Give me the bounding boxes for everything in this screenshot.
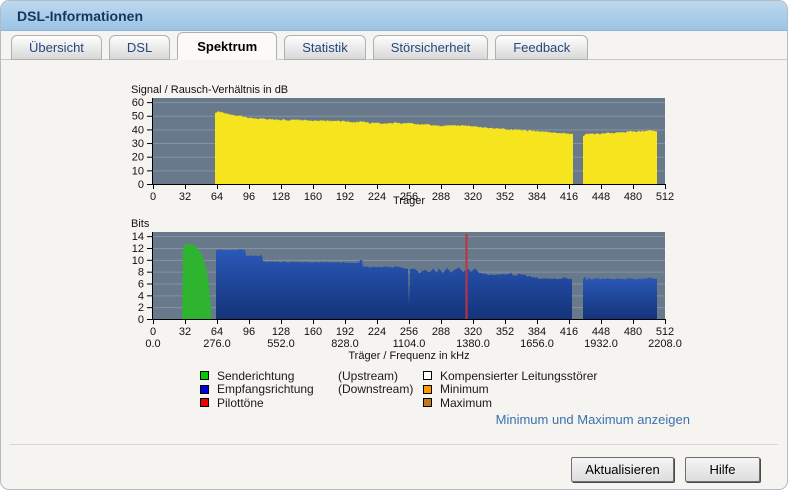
- svg-text:96: 96: [243, 326, 255, 338]
- svg-text:416: 416: [560, 191, 578, 203]
- svg-text:10: 10: [132, 255, 144, 267]
- help-button[interactable]: Hilfe: [685, 457, 760, 482]
- tab-stoersicherheit[interactable]: Störsicherheit: [373, 35, 488, 60]
- svg-text:224: 224: [368, 191, 386, 203]
- downstream-swatch-icon: [200, 385, 209, 394]
- legend-label: Senderichtung: [217, 369, 338, 383]
- tab-feedback[interactable]: Feedback: [495, 35, 588, 60]
- svg-text:64: 64: [211, 326, 223, 338]
- footer-divider: [10, 444, 778, 445]
- svg-text:480: 480: [624, 191, 642, 203]
- svg-text:552.0: 552.0: [267, 338, 295, 350]
- svg-text:320: 320: [464, 191, 482, 203]
- tab-dsl[interactable]: DSL: [109, 35, 170, 60]
- minimum-swatch-icon: [423, 385, 432, 394]
- upstream-swatch-icon: [200, 371, 209, 380]
- svg-text:192: 192: [336, 191, 354, 203]
- svg-text:8: 8: [138, 267, 144, 279]
- svg-text:1380.0: 1380.0: [456, 338, 490, 350]
- svg-text:512: 512: [656, 326, 674, 338]
- svg-text:1932.0: 1932.0: [584, 338, 618, 350]
- legend-item-minimum: Minimum: [423, 383, 597, 397]
- legend-label: Empfangsrichtung: [217, 382, 338, 396]
- svg-text:1656.0: 1656.0: [520, 338, 554, 350]
- svg-text:12: 12: [132, 243, 144, 255]
- svg-text:0.0: 0.0: [145, 338, 160, 350]
- legend-note: (Downstream): [338, 382, 413, 396]
- svg-text:2: 2: [138, 302, 144, 314]
- svg-text:1104.0: 1104.0: [393, 338, 426, 350]
- svg-text:Signal / Rausch-Verhältnis in: Signal / Rausch-Verhältnis in dB: [131, 84, 288, 96]
- svg-text:828.0: 828.0: [331, 338, 359, 350]
- legend-label: Minimum: [440, 382, 489, 396]
- svg-text:480: 480: [624, 326, 642, 338]
- svg-text:384: 384: [528, 326, 546, 338]
- svg-text:4: 4: [138, 290, 144, 302]
- legend-item-upstream: Senderichtung (Upstream): [200, 369, 413, 383]
- legend-label: Pilottöne: [217, 396, 338, 410]
- legend-left-column: Senderichtung (Upstream) Empfangsrichtun…: [200, 369, 413, 410]
- pilot-swatch-icon: [200, 398, 209, 407]
- svg-text:352: 352: [496, 191, 514, 203]
- svg-text:288: 288: [432, 191, 450, 203]
- svg-text:60: 60: [132, 97, 144, 109]
- svg-text:64: 64: [211, 191, 223, 203]
- svg-text:40: 40: [132, 124, 144, 136]
- refresh-button[interactable]: Aktualisieren: [571, 457, 674, 482]
- svg-text:14: 14: [132, 231, 144, 243]
- svg-text:32: 32: [179, 326, 191, 338]
- legend-right-column: Kompensierter Leitungsstörer Minimum Max…: [423, 369, 597, 410]
- svg-text:128: 128: [272, 191, 290, 203]
- svg-text:0: 0: [150, 326, 156, 338]
- legend-label: Maximum: [440, 396, 492, 410]
- svg-text:50: 50: [132, 111, 144, 123]
- svg-text:448: 448: [592, 326, 610, 338]
- legend-note: (Upstream): [338, 369, 398, 383]
- legend-item-kompensiert: Kompensierter Leitungsstörer: [423, 369, 597, 383]
- svg-text:30: 30: [132, 138, 144, 150]
- svg-text:352: 352: [496, 326, 514, 338]
- svg-text:160: 160: [304, 326, 322, 338]
- svg-text:288: 288: [432, 326, 450, 338]
- legend-item-downstream: Empfangsrichtung (Downstream): [200, 383, 413, 397]
- spectrum-charts: 0102030405060032649612816019222425628832…: [1, 59, 788, 365]
- maximum-swatch-icon: [423, 398, 432, 407]
- svg-text:2208.0: 2208.0: [648, 338, 682, 350]
- svg-text:320: 320: [464, 326, 482, 338]
- svg-text:448: 448: [592, 191, 610, 203]
- svg-text:Träger: Träger: [393, 195, 425, 207]
- window-titlebar: DSL-Informationen: [1, 1, 787, 31]
- svg-text:276.0: 276.0: [203, 338, 231, 350]
- tab-bar: Übersicht DSL Spektrum Statistik Störsic…: [1, 33, 787, 60]
- tab-statistik[interactable]: Statistik: [284, 35, 366, 60]
- svg-text:Bits: Bits: [131, 218, 150, 230]
- compensated-swatch-icon: [423, 371, 432, 380]
- svg-text:Träger / Frequenz in kHz: Träger / Frequenz in kHz: [348, 350, 469, 362]
- svg-text:6: 6: [138, 278, 144, 290]
- svg-text:96: 96: [243, 191, 255, 203]
- svg-text:10: 10: [132, 165, 144, 177]
- svg-text:0: 0: [138, 314, 144, 326]
- svg-text:0: 0: [150, 191, 156, 203]
- legend-item-maximum: Maximum: [423, 396, 597, 410]
- svg-text:256: 256: [400, 326, 418, 338]
- page-title: DSL-Informationen: [17, 8, 143, 24]
- svg-text:128: 128: [272, 326, 290, 338]
- svg-text:32: 32: [179, 191, 191, 203]
- tab-uebersicht[interactable]: Übersicht: [11, 35, 102, 60]
- show-min-max-link[interactable]: Minimum und Maximum anzeigen: [496, 412, 690, 427]
- svg-text:0: 0: [138, 179, 144, 191]
- svg-text:224: 224: [368, 326, 386, 338]
- svg-text:416: 416: [560, 326, 578, 338]
- svg-text:192: 192: [336, 326, 354, 338]
- legend-label: Kompensierter Leitungsstörer: [440, 369, 597, 383]
- legend-item-pilottoene: Pilottöne: [200, 396, 413, 410]
- svg-text:512: 512: [656, 191, 674, 203]
- svg-text:384: 384: [528, 191, 546, 203]
- tab-spektrum[interactable]: Spektrum: [177, 32, 277, 60]
- svg-text:160: 160: [304, 191, 322, 203]
- dsl-informationen-window: DSL-Informationen Übersicht DSL Spektrum…: [0, 0, 788, 490]
- svg-text:20: 20: [132, 152, 144, 164]
